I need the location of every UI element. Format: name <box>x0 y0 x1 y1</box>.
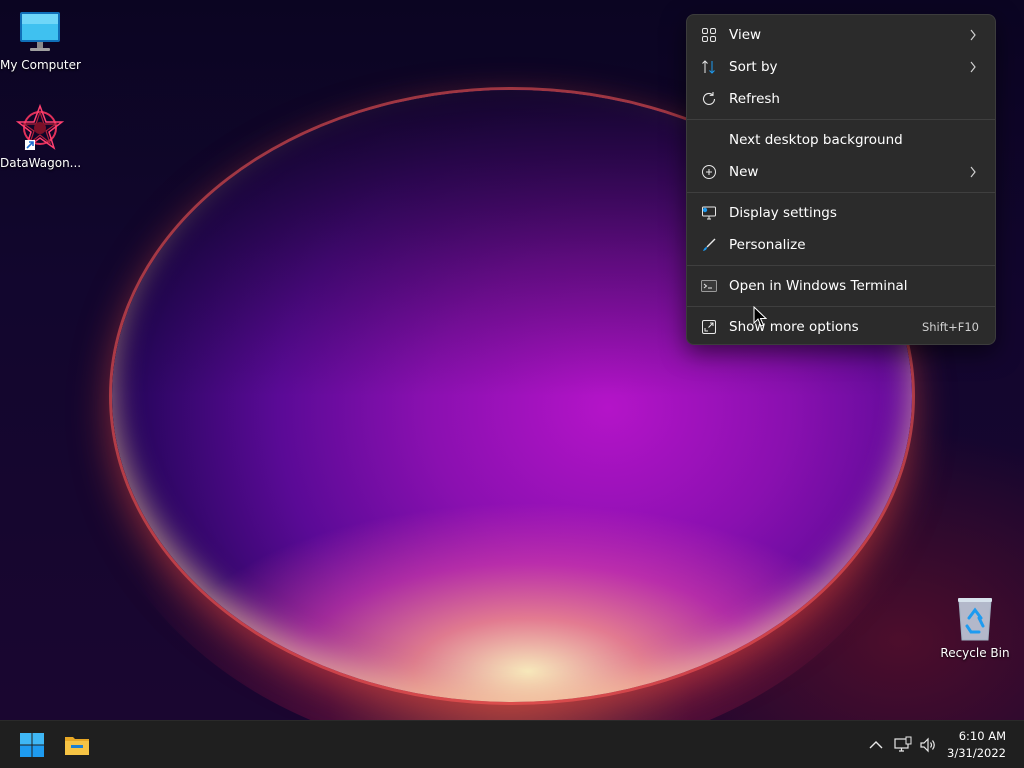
menu-separator <box>687 306 995 307</box>
menu-separator <box>687 192 995 193</box>
menu-item-label: Personalize <box>729 237 806 253</box>
desktop-context-menu: View Sort by Refresh Next desktop backgr… <box>686 14 996 345</box>
windows-logo-icon <box>20 733 44 757</box>
datawagon-shortcut-icon <box>16 104 64 150</box>
file-explorer-button[interactable] <box>61 729 93 761</box>
mouse-cursor <box>753 306 767 327</box>
refresh-icon <box>702 92 716 105</box>
chevron-up-icon[interactable] <box>866 735 886 755</box>
chevron-right-icon <box>970 61 976 73</box>
desktop-icon-datawagon[interactable]: DataWagon... <box>0 104 82 170</box>
menu-item-show-more-options[interactable]: Show more options Shift+F10 <box>691 312 991 342</box>
desktop-icon-label: Recycle Bin <box>940 646 1010 660</box>
brush-icon <box>703 238 716 251</box>
network-icon[interactable] <box>893 735 913 755</box>
menu-item-view[interactable]: View <box>691 20 991 50</box>
chevron-right-icon <box>970 166 976 178</box>
plus-circle-icon <box>702 165 716 179</box>
menu-separator <box>687 119 995 120</box>
expand-icon <box>702 320 716 334</box>
menu-item-label: Refresh <box>729 91 780 107</box>
menu-item-sort-by[interactable]: Sort by <box>691 52 991 82</box>
computer-icon <box>20 12 60 51</box>
menu-item-refresh[interactable]: Refresh <box>691 84 991 114</box>
menu-item-label: Display settings <box>729 205 837 221</box>
grid-icon <box>702 28 716 42</box>
menu-item-label: Show more options <box>729 319 859 335</box>
menu-item-open-in-windows-terminal[interactable]: Open in Windows Terminal <box>691 271 991 301</box>
sort-icon <box>702 60 715 74</box>
taskbar: 6:10 AM 3/31/2022 <box>0 720 1024 768</box>
volume-icon[interactable] <box>918 735 938 755</box>
chevron-right-icon <box>970 29 976 41</box>
desktop-icon-label: My Computer <box>0 58 81 72</box>
menu-separator <box>687 265 995 266</box>
clock-time: 6:10 AM <box>958 729 1006 743</box>
menu-item-label: Sort by <box>729 59 778 75</box>
menu-item-label: View <box>729 27 762 43</box>
start-button[interactable] <box>16 729 48 761</box>
menu-item-label: Open in Windows Terminal <box>729 278 908 294</box>
desktop-icon-recycle-bin[interactable]: Recycle Bin <box>935 596 1015 660</box>
file-explorer-icon <box>65 737 89 755</box>
terminal-icon <box>701 280 717 292</box>
menu-item-label: New <box>729 164 759 180</box>
desktop-icon-my-computer[interactable]: My Computer <box>0 10 81 72</box>
display-icon <box>702 206 716 220</box>
desktop-icon-label: DataWagon... <box>0 156 82 170</box>
menu-item-personalize[interactable]: Personalize <box>691 230 991 260</box>
taskbar-clock[interactable]: 6:10 AM 3/31/2022 <box>947 728 1006 762</box>
menu-item-shortcut: Shift+F10 <box>921 320 979 334</box>
menu-item-next-desktop-background[interactable]: Next desktop background <box>691 125 991 155</box>
menu-item-label: Next desktop background <box>729 132 903 148</box>
menu-item-new[interactable]: New <box>691 157 991 187</box>
clock-date: 3/31/2022 <box>947 746 1006 760</box>
menu-item-display-settings[interactable]: Display settings <box>691 198 991 228</box>
recycle-bin-icon <box>958 598 992 641</box>
